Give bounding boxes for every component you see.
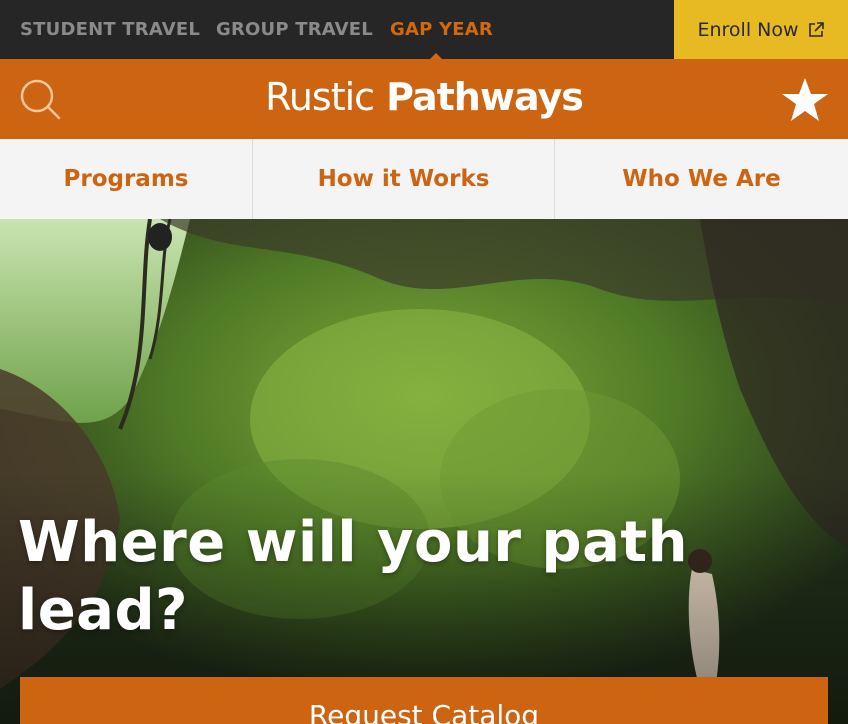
logo-text-rustic: Rustic — [265, 75, 375, 119]
logo-text-pathways: Pathways — [386, 75, 584, 119]
tab-student-travel[interactable]: STUDENT TRAVEL — [20, 0, 200, 59]
tab-group-travel[interactable]: GROUP TRAVEL — [216, 0, 373, 59]
tab-gap-year[interactable]: GAP YEAR — [390, 0, 493, 59]
enroll-now-label: Enroll Now — [697, 18, 799, 41]
star-icon — [782, 78, 828, 121]
nav-item-who-we-are[interactable]: Who We Are — [555, 139, 848, 219]
favorites-button[interactable] — [780, 75, 830, 125]
nav-item-programs[interactable]: Programs — [0, 139, 253, 219]
hero-cave-image — [0, 219, 848, 724]
nav-item-how-it-works[interactable]: How it Works — [253, 139, 555, 219]
hero-banner: Where will your path lead? Request Catal… — [0, 219, 848, 724]
external-link-icon — [808, 21, 824, 37]
site-header: Rustic Pathways — [0, 59, 848, 139]
hero-headline-line1: Where will your path — [18, 510, 688, 575]
hero-headline: Where will your path lead? — [18, 509, 718, 645]
hero-headline-line2: lead? — [18, 578, 189, 643]
request-catalog-button[interactable]: Request Catalog — [20, 677, 828, 724]
enroll-now-button[interactable]: Enroll Now — [674, 0, 848, 59]
section-nav: Programs How it Works Who We Are — [0, 139, 848, 219]
top-utility-bar: STUDENT TRAVEL GROUP TRAVEL GAP YEAR Enr… — [0, 0, 848, 60]
site-logo[interactable]: Rustic Pathways — [0, 74, 848, 120]
